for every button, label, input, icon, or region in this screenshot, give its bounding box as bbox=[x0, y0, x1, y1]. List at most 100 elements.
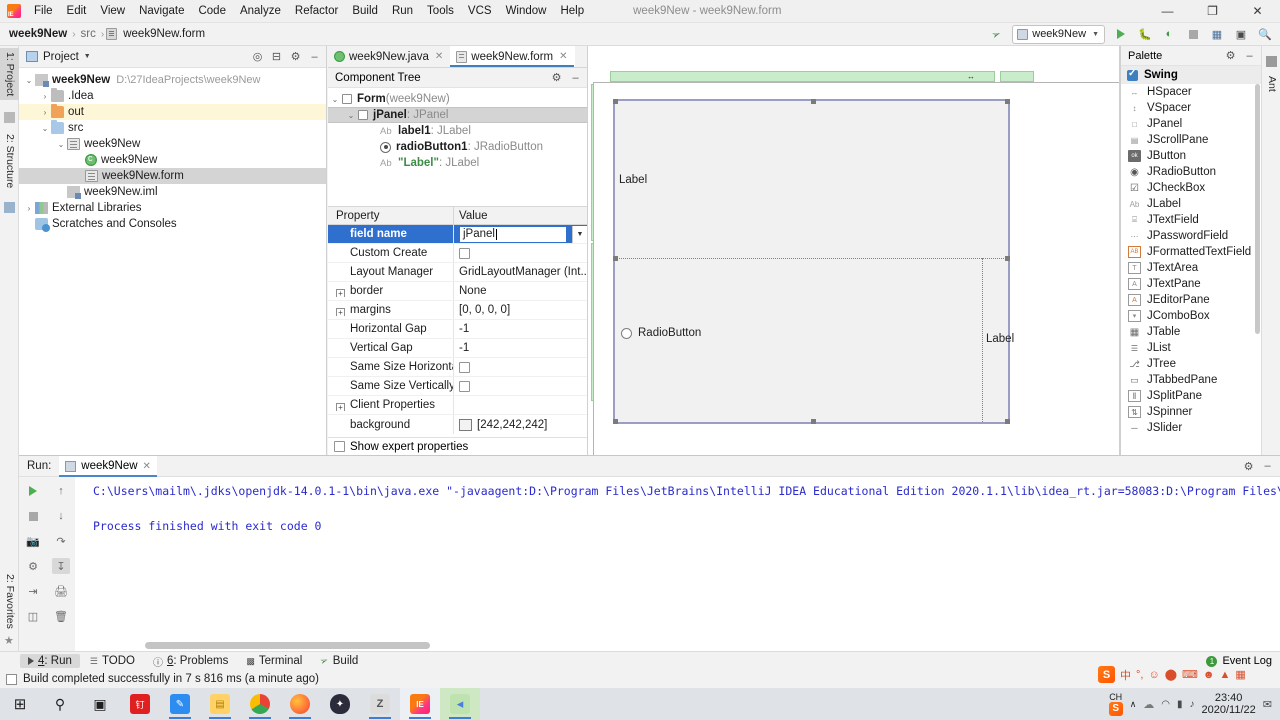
palette-item-jcombobox[interactable]: ▾ JComboBox bbox=[1121, 308, 1261, 324]
expand-arrow-icon[interactable]: ⌄ bbox=[55, 140, 67, 149]
windows-taskbar[interactable]: ⊞ ⚲ ▣ 钉 ✎ ▤ ✦ Z IE ◂ CH S ∧ ☁ ◠ ▮ ♪ 23:4… bbox=[0, 688, 1280, 720]
palette-scrollbar[interactable] bbox=[1255, 84, 1260, 334]
close-icon[interactable]: ✕ bbox=[559, 51, 567, 62]
stop-button[interactable] bbox=[24, 508, 42, 524]
settings-gear-icon[interactable]: ⚙ bbox=[24, 558, 42, 574]
component-row-radiobutton1[interactable]: radioButton1 : JRadioButton bbox=[328, 139, 587, 155]
palette-item-jformattedtextfield[interactable]: AB JFormattedTextField bbox=[1121, 244, 1261, 260]
run-gutter-left-column[interactable]: 📷 ⚙ ⇥ ◫ bbox=[19, 477, 47, 651]
resize-handle-sw[interactable] bbox=[613, 419, 618, 424]
hide-panel-icon[interactable]: – bbox=[1260, 459, 1275, 474]
print-icon[interactable]: 🖨 bbox=[52, 583, 70, 599]
chevron-down-icon[interactable]: ▼ bbox=[84, 53, 91, 60]
property-row-border[interactable]: + border None bbox=[328, 282, 587, 301]
column-guide-2[interactable] bbox=[1000, 71, 1034, 82]
property-row-same-size-horizontally[interactable]: Same Size Horizontally bbox=[328, 358, 587, 377]
property-row-layout-manager[interactable]: Layout Manager GridLayoutManager (Int... bbox=[328, 263, 587, 282]
scroll-down-icon[interactable]: ↓ bbox=[52, 508, 70, 524]
restore-button[interactable]: ❐ bbox=[1190, 0, 1235, 23]
start-button[interactable]: ⊞ bbox=[0, 688, 40, 720]
close-icon[interactable]: ✕ bbox=[435, 51, 443, 62]
breadcrumb-project[interactable]: week9New bbox=[6, 28, 70, 40]
hide-panel-icon[interactable]: – bbox=[307, 49, 322, 64]
run-with-coverage-button[interactable]: ◐ bbox=[1158, 24, 1180, 44]
menu-navigate[interactable]: Navigate bbox=[132, 2, 191, 20]
expand-icon[interactable]: + bbox=[336, 289, 345, 297]
tree-row-week9new[interactable]: ⌄ week9New D:\27IdeaProjects\week9New bbox=[19, 72, 326, 88]
jpanel-component[interactable]: Label RadioButton Label bbox=[613, 99, 1014, 424]
palette-item-jeditorpane[interactable]: A JEditorPane bbox=[1121, 292, 1261, 308]
expand-arrow-icon[interactable]: ⌄ bbox=[344, 111, 358, 120]
close-button[interactable]: ✕ bbox=[1235, 0, 1280, 23]
menu-vcs[interactable]: VCS bbox=[461, 2, 499, 20]
resize-handle-s[interactable] bbox=[811, 419, 816, 424]
property-value[interactable]: [0, 0, 0, 0] bbox=[453, 301, 587, 319]
menu-edit[interactable]: Edit bbox=[60, 2, 94, 20]
battery-icon[interactable]: ▮ bbox=[1177, 699, 1183, 710]
tree-row-out[interactable]: › out bbox=[19, 104, 326, 120]
ime-chinese-mode-icon[interactable]: 中 bbox=[1120, 667, 1131, 683]
menu-help[interactable]: Help bbox=[553, 2, 591, 20]
taskbar-file-explorer[interactable]: ▤ bbox=[200, 688, 240, 720]
palette-item-jtextfield[interactable]: ⌸ JTextField bbox=[1121, 212, 1261, 228]
resize-handle-e[interactable] bbox=[1005, 256, 1010, 261]
export-icon[interactable]: ◫ bbox=[24, 608, 42, 624]
show-expert-properties-checkbox[interactable] bbox=[334, 441, 345, 452]
sogou-ime-toolbar[interactable]: S 中 °, ☺ ⬤ ⌨ ☻ ▲ ▦ bbox=[1098, 666, 1246, 683]
checkbox-icon[interactable] bbox=[358, 110, 368, 120]
wifi-icon[interactable]: ◠ bbox=[1161, 699, 1170, 710]
chevron-down-icon[interactable]: ▼ bbox=[1092, 31, 1099, 38]
same-size-vertically-checkbox[interactable] bbox=[459, 380, 470, 392]
tree-row-java-class[interactable]: week9New bbox=[19, 152, 326, 168]
taskbar-firefox[interactable] bbox=[280, 688, 320, 720]
sogou-ime-icon[interactable]: S bbox=[1108, 702, 1123, 716]
build-hammer-icon[interactable]: ➢ bbox=[982, 21, 1010, 47]
gear-icon[interactable]: ⚙ bbox=[1241, 459, 1256, 474]
palette-item-jbutton[interactable]: ok JButton bbox=[1121, 148, 1261, 164]
taskbar-current-app[interactable]: ◂ bbox=[440, 688, 480, 720]
expand-arrow-icon[interactable]: › bbox=[39, 92, 51, 101]
menu-refactor[interactable]: Refactor bbox=[288, 2, 345, 20]
palette-item-jcheckbox[interactable]: ☑ JCheckBox bbox=[1121, 180, 1261, 196]
bottom-tool-strip[interactable]: 4: Run ☰ TODO ⓘ 6: Problems ▩ Terminal ➢… bbox=[0, 651, 1280, 670]
palette-group-swing[interactable]: Swing bbox=[1121, 66, 1261, 84]
property-value[interactable]: jPanel ▼ bbox=[453, 225, 587, 243]
label1-component[interactable]: Label bbox=[619, 174, 647, 186]
notification-center-icon[interactable]: ✉ bbox=[1263, 698, 1272, 711]
rerun-button[interactable] bbox=[24, 483, 42, 499]
palette-item-jtree[interactable]: ⎇ JTree bbox=[1121, 356, 1261, 372]
task-view-button[interactable]: ▣ bbox=[80, 688, 120, 720]
taskbar-notes[interactable]: ✎ bbox=[160, 688, 200, 720]
expand-arrow-icon[interactable]: ⌄ bbox=[328, 95, 342, 104]
taskbar-clock[interactable]: 23:40 2020/11/22 bbox=[1202, 692, 1256, 716]
debug-button[interactable]: 🐛 bbox=[1134, 24, 1156, 44]
import-icon[interactable]: ⇥ bbox=[24, 583, 42, 599]
palette-item-jtabbedpane[interactable]: ▭ JTabbedPane bbox=[1121, 372, 1261, 388]
breadcrumb-file[interactable]: week9New.form bbox=[120, 28, 208, 40]
menu-view[interactable]: View bbox=[93, 2, 132, 20]
tab-week9new-form[interactable]: week9New.form ✕ bbox=[450, 46, 575, 67]
close-icon[interactable]: ✕ bbox=[143, 461, 151, 472]
resize-handle-w[interactable] bbox=[613, 256, 618, 261]
resize-handle-ne[interactable] bbox=[1005, 99, 1010, 104]
expand-arrow-icon[interactable]: ⌄ bbox=[23, 76, 35, 85]
minimize-button[interactable]: — bbox=[1145, 0, 1190, 23]
tab-week9new-java[interactable]: week9New.java ✕ bbox=[328, 46, 450, 67]
palette-item-jtable[interactable]: ▦ JTable bbox=[1121, 324, 1261, 340]
palette-item-jpanel[interactable]: □ JPanel bbox=[1121, 116, 1261, 132]
palette-item-vspacer[interactable]: ↕ VSpacer bbox=[1121, 100, 1261, 116]
property-row-client-properties[interactable]: + Client Properties bbox=[328, 396, 587, 415]
palette-item-jlabel[interactable]: Ab JLabel bbox=[1121, 196, 1261, 212]
palette-item-hspacer[interactable]: ↔ HSpacer bbox=[1121, 84, 1261, 100]
ime-emoji-icon[interactable]: ☺ bbox=[1148, 669, 1159, 681]
property-row-field-name[interactable]: field name jPanel ▼ bbox=[328, 225, 587, 244]
locate-target-icon[interactable]: ◎ bbox=[250, 49, 265, 64]
clear-all-icon[interactable]: 🗑 bbox=[52, 608, 70, 624]
run-gutter-right-column[interactable]: ↑ ↓ ↷ ↧ 🖨 🗑 bbox=[47, 477, 75, 651]
custom-create-checkbox[interactable] bbox=[459, 247, 470, 259]
tray-chevron-icon[interactable]: ∧ bbox=[1130, 699, 1137, 710]
menu-run[interactable]: Run bbox=[385, 2, 420, 20]
sidebar-tab-structure[interactable]: 2: Structure bbox=[0, 130, 19, 192]
menu-file[interactable]: File bbox=[27, 2, 60, 20]
property-value[interactable]: -1 bbox=[453, 339, 587, 357]
